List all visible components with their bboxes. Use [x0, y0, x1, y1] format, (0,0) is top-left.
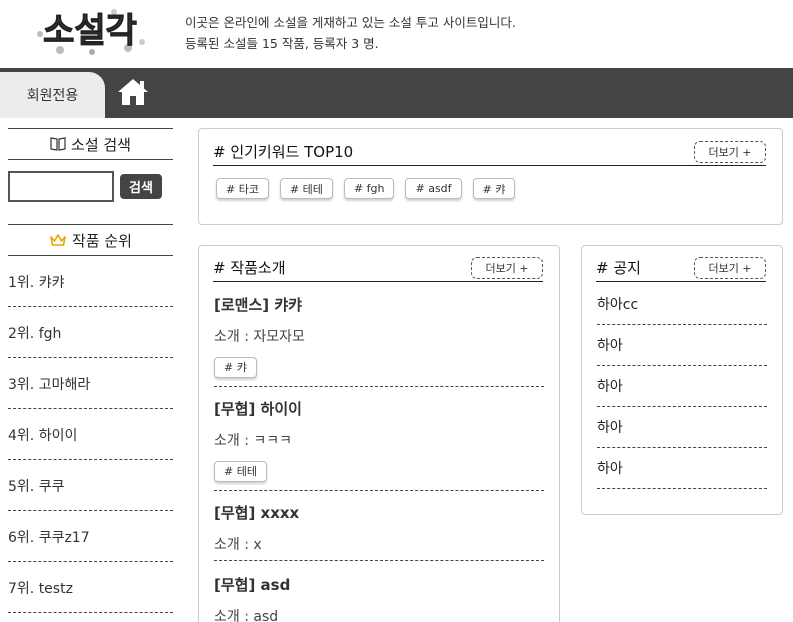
search-button[interactable]: 검색	[120, 173, 162, 199]
site-intro: 이곳은 온라인에 소설을 게재하고 있는 소설 투고 사이트입니다. 등록된 소…	[185, 12, 516, 54]
member-only-label: 회원전용	[26, 88, 79, 104]
rank-item[interactable]: 2위. fgh	[8, 307, 173, 358]
rank-item[interactable]: 6위. 쿠쿠z17	[8, 511, 173, 562]
notice-title: # 공지	[596, 259, 641, 277]
notice-item[interactable]: 하아	[597, 407, 767, 448]
keyword-tag-list: # 타코 # 테테 # fgh # asdf # 캬	[216, 178, 516, 199]
keywords-title: # 인기키워드 TOP10	[213, 143, 354, 161]
site-header: 소설각 이곳은 온라인에 소설을 게재하고 있는 소설 투고 사이트입니다. 등…	[0, 0, 793, 68]
search-form: 검색	[8, 160, 173, 212]
work-title[interactable]: [무협] 하이이	[214, 398, 544, 419]
work-divider	[214, 490, 544, 491]
work-divider	[214, 560, 544, 561]
notice-more-button[interactable]: 더보기 +	[694, 256, 766, 279]
rank-title-label: 작품 순위	[72, 231, 132, 250]
rank-item[interactable]: 4위. 하이이	[8, 409, 173, 460]
intro-line-1: 이곳은 온라인에 소설을 게재하고 있는 소설 투고 사이트입니다.	[185, 15, 516, 30]
keywords-more-button[interactable]: 더보기 +	[694, 140, 766, 163]
work-desc: 소개 : ㅋㅋㅋ	[214, 433, 293, 449]
work-title[interactable]: [로맨스] 캬캬	[214, 294, 544, 315]
rank-item[interactable]: 1위. 캬캬	[8, 256, 173, 307]
work-tag[interactable]: # 테테	[214, 460, 267, 482]
popular-keywords-panel: # 인기키워드 TOP10 더보기 + # 타코 # 테테 # fgh # as…	[198, 128, 783, 225]
work-divider	[214, 386, 544, 387]
member-only-tab[interactable]: 회원전용	[0, 72, 105, 118]
keyword-tag[interactable]: # 캬	[472, 178, 516, 199]
notice-list: 하아cc 하아 하아 하아 하아	[597, 284, 767, 489]
left-sidebar: 소설 검색 검색 작품 순위 1위. 캬캬 2위. fgh 3위. 고마해라 4…	[8, 128, 173, 613]
keyword-tag[interactable]: # asdf	[405, 178, 462, 199]
novel-search-input[interactable]	[8, 170, 114, 202]
notice-item[interactable]: 하아	[597, 448, 767, 489]
keywords-header: # 인기키워드 TOP10 더보기 +	[213, 138, 766, 166]
work-item[interactable]: [무협] xxxx 소개 : x	[214, 502, 544, 554]
works-intro-panel: # 작품소개 더보기 + [로맨스] 캬캬 소개 : 자모자모 # 캬 [무협]…	[198, 245, 560, 622]
book-icon	[50, 137, 66, 151]
notice-panel: # 공지 더보기 + 하아cc 하아 하아 하아 하아	[581, 245, 783, 515]
work-desc: 소개 : x	[214, 537, 262, 553]
notice-item[interactable]: 하아	[597, 325, 767, 366]
home-icon[interactable]	[116, 76, 150, 108]
keyword-tag[interactable]: # 타코	[216, 178, 269, 199]
notice-item[interactable]: 하아cc	[597, 284, 767, 325]
work-desc: 소개 : asd	[214, 609, 279, 622]
site-logo[interactable]: 소설각	[30, 4, 150, 58]
intro-line-2: 등록된 소설들 15 작품, 등록자 3 명.	[185, 36, 379, 51]
notice-header: # 공지 더보기 +	[596, 254, 766, 282]
rank-item[interactable]: 3위. 고마해라	[8, 358, 173, 409]
search-title-label: 소설 검색	[71, 135, 131, 154]
works-more-button[interactable]: 더보기 +	[471, 256, 543, 279]
logo-text: 소설각	[43, 11, 137, 51]
search-section-title: 소설 검색	[8, 128, 173, 160]
work-desc: 소개 : 자모자모	[214, 329, 305, 345]
rank-list: 1위. 캬캬 2위. fgh 3위. 고마해라 4위. 하이이 5위. 쿠쿠 6…	[8, 256, 173, 613]
work-item[interactable]: [무협] 하이이 소개 : ㅋㅋㅋ # 테테	[214, 398, 544, 482]
main-nav: 회원전용	[0, 68, 793, 118]
work-title[interactable]: [무협] xxxx	[214, 502, 544, 523]
notice-item[interactable]: 하아	[597, 366, 767, 407]
crown-icon	[50, 234, 66, 246]
work-tag[interactable]: # 캬	[214, 356, 257, 378]
work-title[interactable]: [무협] asd	[214, 574, 544, 595]
works-title: # 작품소개	[213, 259, 286, 277]
works-header: # 작품소개 더보기 +	[213, 254, 543, 282]
rank-section-title: 작품 순위	[8, 224, 173, 256]
work-item[interactable]: [무협] asd 소개 : asd	[214, 574, 544, 622]
rank-item[interactable]: 7위. testz	[8, 562, 173, 613]
rank-item[interactable]: 5위. 쿠쿠	[8, 460, 173, 511]
keyword-tag[interactable]: # fgh	[343, 178, 395, 199]
keyword-tag[interactable]: # 테테	[279, 178, 333, 199]
work-item[interactable]: [로맨스] 캬캬 소개 : 자모자모 # 캬	[214, 294, 544, 378]
